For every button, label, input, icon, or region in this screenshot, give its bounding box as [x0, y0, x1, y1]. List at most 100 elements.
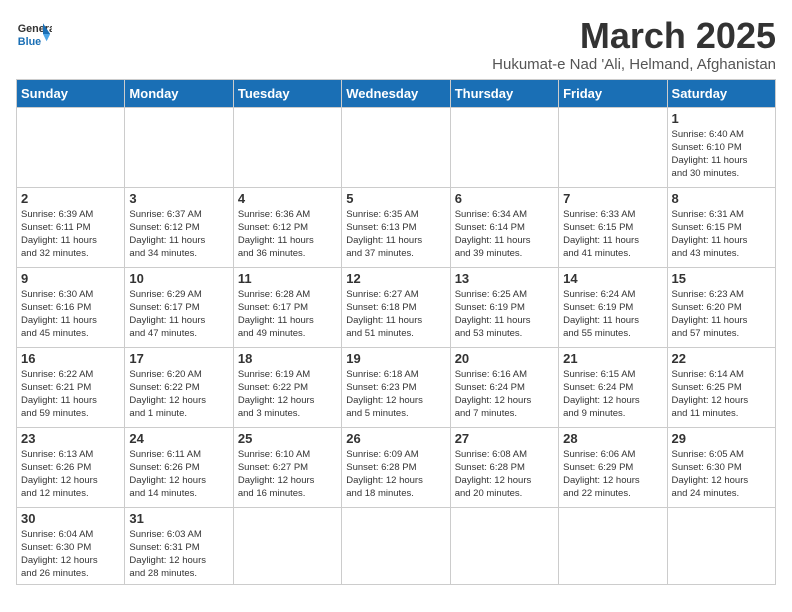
calendar-row-3: 16 Sunrise: 6:22 AM Sunset: 6:21 PM Dayli…: [17, 347, 776, 427]
calendar-cell: 11 Sunrise: 6:28 AM Sunset: 6:17 PM Dayli…: [233, 267, 341, 347]
day-content: Sunrise: 6:20 AM Sunset: 6:22 PM Dayligh…: [129, 368, 228, 421]
day-number: 3: [129, 191, 228, 206]
title-area: March 2025 Hukumat-e Nad 'Ali, Helmand, …: [492, 16, 776, 73]
calendar-row-1: 2 Sunrise: 6:39 AM Sunset: 6:11 PM Daylig…: [17, 187, 776, 267]
calendar-row-4: 23 Sunrise: 6:13 AM Sunset: 6:26 PM Dayli…: [17, 427, 776, 507]
calendar-cell: [559, 507, 667, 584]
day-number: 30: [21, 511, 120, 526]
day-content: Sunrise: 6:14 AM Sunset: 6:25 PM Dayligh…: [672, 368, 771, 421]
day-content: Sunrise: 6:04 AM Sunset: 6:30 PM Dayligh…: [21, 528, 120, 581]
calendar: SundayMondayTuesdayWednesdayThursdayFrid…: [16, 79, 776, 585]
weekday-header-thursday: Thursday: [450, 79, 558, 107]
calendar-cell: 18Sunrise: 6:19 AM Sunset: 6:22 PM Dayli…: [233, 347, 341, 427]
calendar-cell: 23 Sunrise: 6:13 AM Sunset: 6:26 PM Dayli…: [17, 427, 125, 507]
day-content: Sunrise: 6:24 AM Sunset: 6:19 PM Dayligh…: [563, 288, 662, 341]
calendar-cell: 14Sunrise: 6:24 AM Sunset: 6:19 PM Dayli…: [559, 267, 667, 347]
day-content: Sunrise: 6:13 AM Sunset: 6:26 PM Dayligh…: [21, 448, 120, 501]
calendar-cell: 24Sunrise: 6:11 AM Sunset: 6:26 PM Dayli…: [125, 427, 233, 507]
day-content: Sunrise: 6:25 AM Sunset: 6:19 PM Dayligh…: [455, 288, 554, 341]
calendar-cell: [559, 107, 667, 187]
day-content: Sunrise: 6:18 AM Sunset: 6:23 PM Dayligh…: [346, 368, 445, 421]
day-content: Sunrise: 6:16 AM Sunset: 6:24 PM Dayligh…: [455, 368, 554, 421]
calendar-cell: 1 Sunrise: 6:40 AM Sunset: 6:10 PM Daylig…: [667, 107, 775, 187]
day-number: 5: [346, 191, 445, 206]
day-content: Sunrise: 6:40 AM Sunset: 6:10 PM Dayligh…: [672, 128, 771, 181]
weekday-header-friday: Friday: [559, 79, 667, 107]
weekday-header-row: SundayMondayTuesdayWednesdayThursdayFrid…: [17, 79, 776, 107]
weekday-header-monday: Monday: [125, 79, 233, 107]
weekday-header-sunday: Sunday: [17, 79, 125, 107]
calendar-cell: 22 Sunrise: 6:14 AM Sunset: 6:25 PM Dayli…: [667, 347, 775, 427]
day-content: Sunrise: 6:33 AM Sunset: 6:15 PM Dayligh…: [563, 208, 662, 261]
day-number: 11: [238, 271, 337, 286]
day-number: 21: [563, 351, 662, 366]
day-content: Sunrise: 6:08 AM Sunset: 6:28 PM Dayligh…: [455, 448, 554, 501]
calendar-cell: 26 Sunrise: 6:09 AM Sunset: 6:28 PM Dayli…: [342, 427, 450, 507]
day-number: 20: [455, 351, 554, 366]
day-number: 31: [129, 511, 228, 526]
calendar-cell: 29Sunrise: 6:05 AM Sunset: 6:30 PM Dayli…: [667, 427, 775, 507]
calendar-cell: [233, 107, 341, 187]
calendar-cell: 2 Sunrise: 6:39 AM Sunset: 6:11 PM Daylig…: [17, 187, 125, 267]
day-number: 7: [563, 191, 662, 206]
calendar-cell: 10Sunrise: 6:29 AM Sunset: 6:17 PM Dayli…: [125, 267, 233, 347]
calendar-row-5: 30 Sunrise: 6:04 AM Sunset: 6:30 PM Dayli…: [17, 507, 776, 584]
calendar-cell: [450, 107, 558, 187]
day-number: 1: [672, 111, 771, 126]
calendar-cell: 9 Sunrise: 6:30 AM Sunset: 6:16 PM Daylig…: [17, 267, 125, 347]
day-number: 27: [455, 431, 554, 446]
day-number: 16: [21, 351, 120, 366]
day-content: Sunrise: 6:39 AM Sunset: 6:11 PM Dayligh…: [21, 208, 120, 261]
day-number: 17: [129, 351, 228, 366]
calendar-cell: 31 Sunrise: 6:03 AM Sunset: 6:31 PM Dayli…: [125, 507, 233, 584]
location-subtitle: Hukumat-e Nad 'Ali, Helmand, Afghanistan: [492, 56, 776, 73]
day-number: 9: [21, 271, 120, 286]
calendar-row-0: 1 Sunrise: 6:40 AM Sunset: 6:10 PM Daylig…: [17, 107, 776, 187]
day-number: 15: [672, 271, 771, 286]
day-content: Sunrise: 6:30 AM Sunset: 6:16 PM Dayligh…: [21, 288, 120, 341]
calendar-cell: 7 Sunrise: 6:33 AM Sunset: 6:15 PM Daylig…: [559, 187, 667, 267]
calendar-cell: 6Sunrise: 6:34 AM Sunset: 6:14 PM Daylig…: [450, 187, 558, 267]
calendar-cell: [342, 507, 450, 584]
calendar-cell: 20 Sunrise: 6:16 AM Sunset: 6:24 PM Dayli…: [450, 347, 558, 427]
day-content: Sunrise: 6:27 AM Sunset: 6:18 PM Dayligh…: [346, 288, 445, 341]
calendar-cell: 8Sunrise: 6:31 AM Sunset: 6:15 PM Daylig…: [667, 187, 775, 267]
calendar-cell: 30 Sunrise: 6:04 AM Sunset: 6:30 PM Dayli…: [17, 507, 125, 584]
calendar-cell: 16 Sunrise: 6:22 AM Sunset: 6:21 PM Dayli…: [17, 347, 125, 427]
calendar-cell: 21 Sunrise: 6:15 AM Sunset: 6:24 PM Dayli…: [559, 347, 667, 427]
month-title: March 2025: [492, 16, 776, 56]
day-content: Sunrise: 6:06 AM Sunset: 6:29 PM Dayligh…: [563, 448, 662, 501]
calendar-cell: 25Sunrise: 6:10 AM Sunset: 6:27 PM Dayli…: [233, 427, 341, 507]
day-number: 4: [238, 191, 337, 206]
day-number: 13: [455, 271, 554, 286]
day-number: 2: [21, 191, 120, 206]
day-number: 29: [672, 431, 771, 446]
header: General Blue March 2025 Hukumat-e Nad 'A…: [16, 16, 776, 73]
calendar-cell: 13 Sunrise: 6:25 AM Sunset: 6:19 PM Dayli…: [450, 267, 558, 347]
day-content: Sunrise: 6:10 AM Sunset: 6:27 PM Dayligh…: [238, 448, 337, 501]
day-number: 23: [21, 431, 120, 446]
calendar-cell: 12 Sunrise: 6:27 AM Sunset: 6:18 PM Dayli…: [342, 267, 450, 347]
day-number: 8: [672, 191, 771, 206]
day-content: Sunrise: 6:28 AM Sunset: 6:17 PM Dayligh…: [238, 288, 337, 341]
day-content: Sunrise: 6:15 AM Sunset: 6:24 PM Dayligh…: [563, 368, 662, 421]
calendar-cell: [342, 107, 450, 187]
day-content: Sunrise: 6:22 AM Sunset: 6:21 PM Dayligh…: [21, 368, 120, 421]
day-content: Sunrise: 6:03 AM Sunset: 6:31 PM Dayligh…: [129, 528, 228, 581]
day-number: 12: [346, 271, 445, 286]
calendar-cell: 3 Sunrise: 6:37 AM Sunset: 6:12 PM Daylig…: [125, 187, 233, 267]
calendar-cell: [17, 107, 125, 187]
day-number: 22: [672, 351, 771, 366]
day-number: 26: [346, 431, 445, 446]
calendar-cell: [125, 107, 233, 187]
day-content: Sunrise: 6:09 AM Sunset: 6:28 PM Dayligh…: [346, 448, 445, 501]
day-number: 10: [129, 271, 228, 286]
day-number: 19: [346, 351, 445, 366]
day-content: Sunrise: 6:37 AM Sunset: 6:12 PM Dayligh…: [129, 208, 228, 261]
calendar-cell: 15Sunrise: 6:23 AM Sunset: 6:20 PM Dayli…: [667, 267, 775, 347]
calendar-cell: 27 Sunrise: 6:08 AM Sunset: 6:28 PM Dayli…: [450, 427, 558, 507]
day-number: 6: [455, 191, 554, 206]
day-content: Sunrise: 6:19 AM Sunset: 6:22 PM Dayligh…: [238, 368, 337, 421]
weekday-header-wednesday: Wednesday: [342, 79, 450, 107]
calendar-cell: 28Sunrise: 6:06 AM Sunset: 6:29 PM Dayli…: [559, 427, 667, 507]
